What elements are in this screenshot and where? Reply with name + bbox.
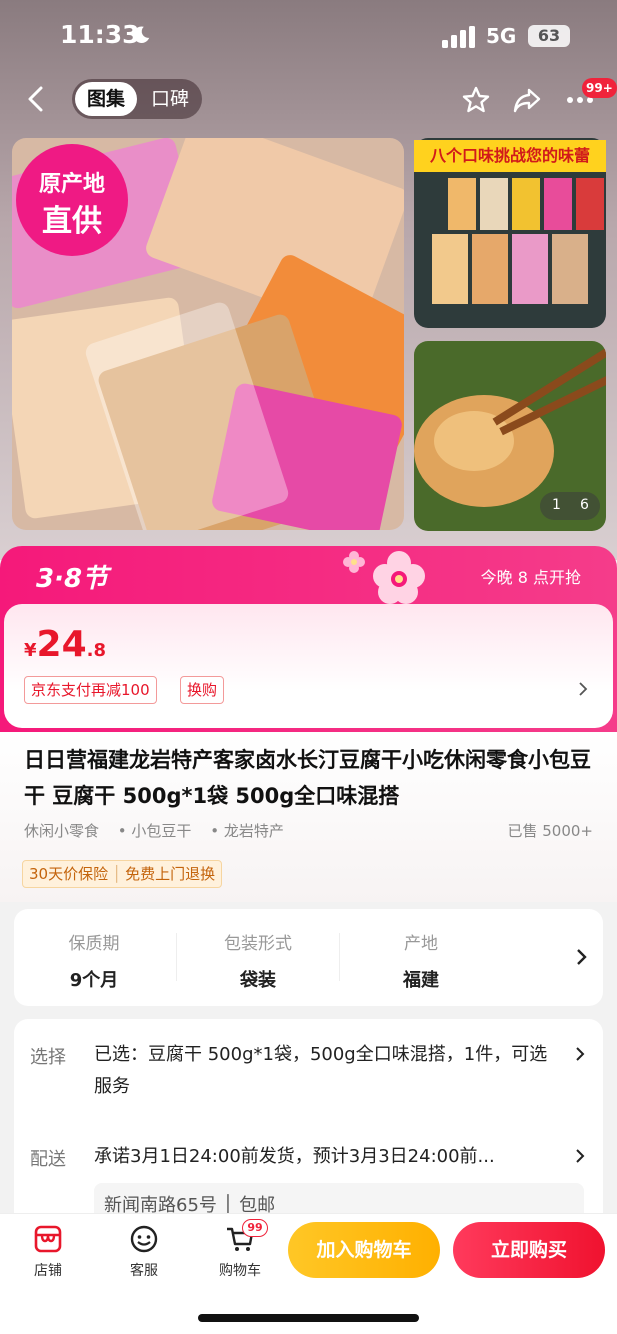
add-to-cart-button[interactable]: 加入购物车 (288, 1222, 440, 1278)
image-pager: 1 6 (540, 492, 600, 520)
chevron-right-icon[interactable] (573, 947, 589, 967)
pager-current: 1 (552, 497, 561, 513)
product-info: 日日营福建龙岩特产客家卤水长汀豆腐干小吃休闲零食小包豆干 豆腐干 500g*1袋… (0, 732, 617, 902)
store-label: 店铺 (34, 1263, 62, 1279)
attribute-key: 保质期 (68, 934, 120, 954)
tab-gallery[interactable]: 图集 (75, 82, 137, 116)
cart-label: 购物车 (219, 1263, 261, 1279)
delivery-info[interactable]: 承诺3月1日24:00前发货，预计3月3日24:00前... (94, 1141, 554, 1173)
star-favorite-icon[interactable] (460, 84, 492, 116)
home-indicator[interactable] (198, 1314, 419, 1322)
cart-count-badge: 99 (242, 1219, 268, 1237)
moon-icon (133, 26, 150, 43)
status-bar: 11:33 5G 63 (0, 0, 617, 72)
sold-count: 已售 5000+ (507, 822, 593, 840)
category-item[interactable]: 休闲小零食 (24, 822, 99, 840)
origin-badge-line2: 直供 (42, 204, 102, 239)
price: ¥24.8 (24, 624, 106, 665)
attribute-divider (176, 933, 177, 981)
store-button[interactable]: 店铺 (13, 1224, 83, 1280)
service-tags[interactable]: 30天价保险 │ 免费上门退换 (22, 860, 223, 888)
select-label: 选择 (30, 1047, 66, 1068)
origin-badge-line1: 原产地 (38, 172, 105, 197)
price-protection-tag: 30天价保险 (29, 865, 109, 883)
attribute-key: 包装形式 (224, 934, 292, 954)
status-time: 11:33 (60, 20, 140, 49)
payment-discount-tag[interactable]: 京东支付再减100 (24, 676, 157, 704)
small-flower-icon (343, 551, 365, 573)
chevron-right-icon[interactable] (573, 1147, 587, 1165)
promo-start-time: 今晚 8 点开抢 (480, 568, 581, 587)
product-title: 日日营福建龙岩特产客家卤水长汀豆腐干小吃休闲零食小包豆干 豆腐干 500g*1袋… (24, 748, 591, 808)
currency-symbol: ¥ (24, 640, 37, 661)
price-card: ¥24.8 京东支付再减100 换购 (4, 604, 613, 728)
store-icon (34, 1225, 62, 1253)
customer-service-label: 客服 (130, 1263, 158, 1279)
attribute-origin: 产地 福建 (341, 929, 501, 992)
exchange-tag[interactable]: 换购 (180, 676, 225, 704)
category-item[interactable]: • 小包豆干 (118, 822, 192, 840)
attribute-shelf-life: 保质期 9个月 (14, 929, 174, 992)
attributes-card[interactable]: 保质期 9个月 包装形式 袋装 产地 福建 (14, 909, 603, 1006)
category-list: 休闲小零食 • 小包豆干 • 龙岩特产 (24, 820, 298, 841)
delivery-label: 配送 (30, 1149, 66, 1170)
selection-card: 选择 已选：豆腐干 500g*1袋，500g全口味混搭，1件，可选服务 配送 承… (14, 1019, 603, 1229)
promo-title: 3·8节 (36, 564, 109, 594)
back-arrow-icon[interactable] (22, 84, 52, 114)
attribute-value: 袋装 (240, 970, 276, 991)
chat-smile-icon (130, 1225, 158, 1253)
network-type: 5G (486, 24, 517, 48)
category-item[interactable]: • 龙岩特产 (210, 822, 284, 840)
customer-service-button[interactable]: 客服 (109, 1224, 179, 1280)
share-icon[interactable] (511, 84, 543, 116)
origin-direct-badge: 原产地 直供 (16, 144, 128, 256)
tab-reviews[interactable]: 口碑 (142, 82, 198, 116)
attribute-value: 福建 (403, 970, 439, 991)
gallery-review-switch: 图集 口碑 (72, 79, 202, 119)
attribute-divider (339, 933, 340, 981)
flower-icon (373, 551, 425, 604)
attribute-value: 9个月 (69, 970, 119, 991)
attribute-packaging: 包装形式 袋装 (178, 929, 338, 992)
chevron-right-icon[interactable] (573, 1045, 587, 1063)
top-nav: 图集 口碑 99+ (0, 76, 617, 122)
battery-indicator: 63 (528, 25, 570, 47)
free-return-tag: 免费上门退换 (125, 865, 216, 883)
price-decimal: .8 (86, 640, 107, 661)
selected-spec[interactable]: 已选：豆腐干 500g*1袋，500g全口味混搭，1件，可选服务 (94, 1039, 554, 1103)
flavor-challenge-banner: 八个口味挑战您的味蕾 (414, 140, 606, 172)
buy-now-button[interactable]: 立即购买 (453, 1222, 605, 1278)
chevron-right-icon[interactable] (575, 680, 591, 698)
attribute-key: 产地 (404, 934, 438, 954)
tag-separator: │ (112, 865, 122, 883)
cellular-signal-icon (442, 26, 475, 48)
price-integer: 24 (36, 624, 87, 665)
message-badge: 99+ (582, 78, 617, 98)
pager-total: 6 (580, 497, 589, 513)
